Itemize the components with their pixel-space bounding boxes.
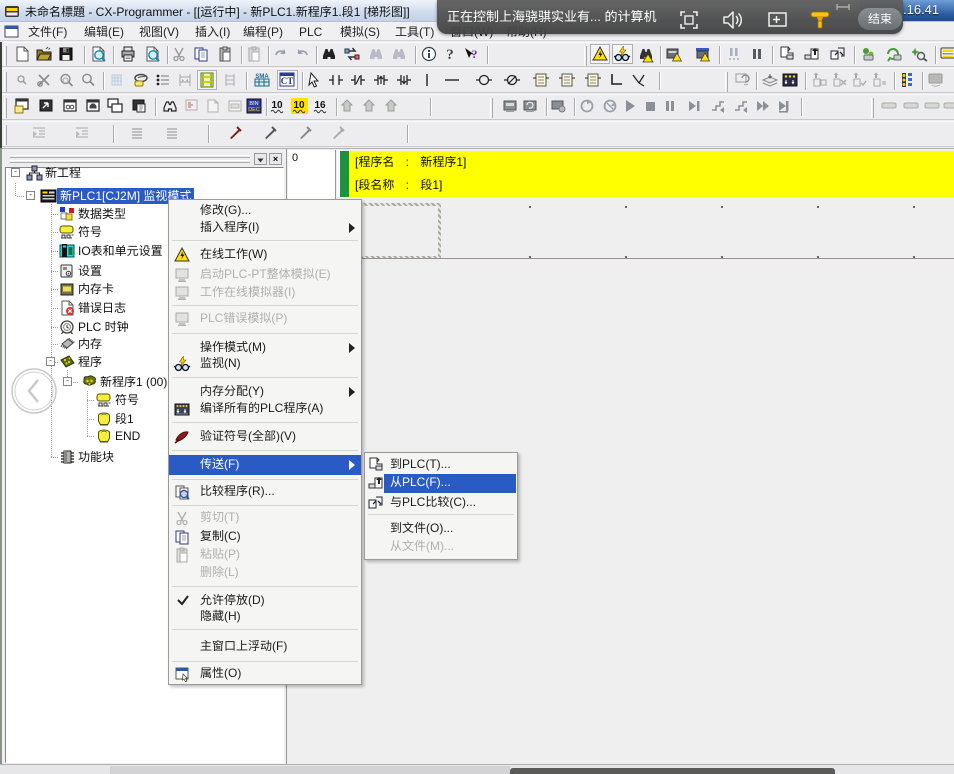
svg-text:10: 10 [271,100,283,111]
svg-text:16: 16 [314,100,326,111]
svg-text:?: ? [472,47,478,61]
svg-text:CT: CT [281,76,294,86]
svg-text:?: ? [446,47,454,63]
svg-text:10: 10 [293,100,305,111]
svg-text:DEC: DEC [248,107,260,113]
